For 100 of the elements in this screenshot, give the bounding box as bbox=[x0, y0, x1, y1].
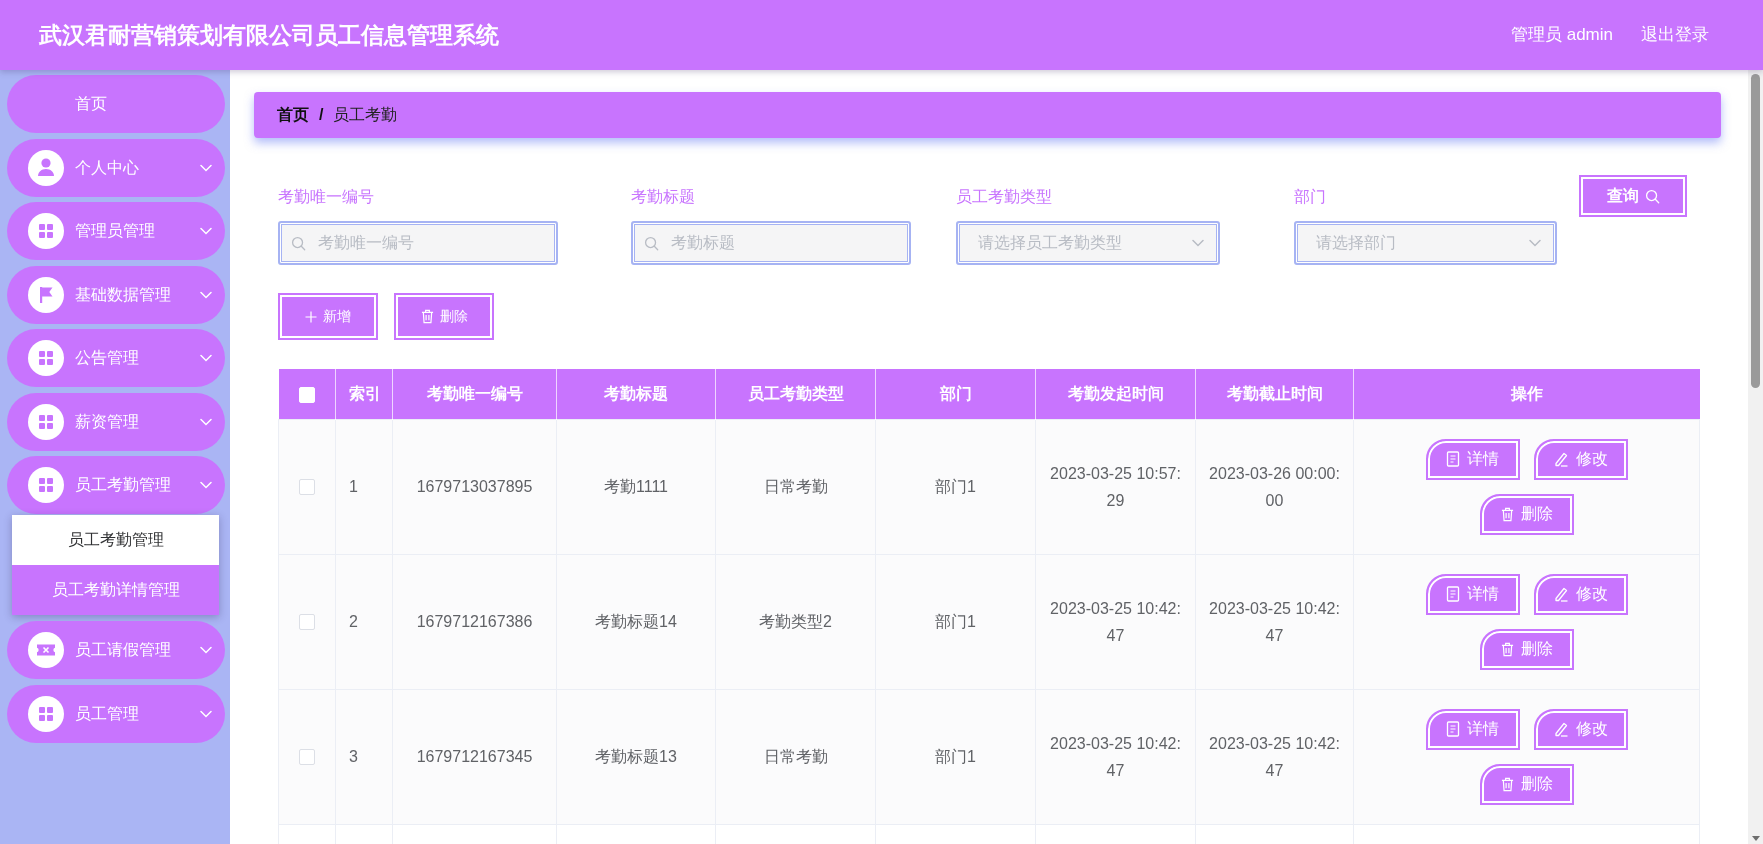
pencil-icon bbox=[1553, 721, 1569, 737]
filter-label: 考勤标题 bbox=[631, 187, 696, 207]
pencil-icon bbox=[1553, 451, 1569, 467]
search-icon bbox=[291, 235, 306, 251]
filter-label: 考勤唯一编号 bbox=[278, 187, 375, 207]
chevron-down-icon bbox=[200, 227, 212, 235]
table-cell: 2023-03-25 10:42:47 bbox=[1035, 554, 1196, 689]
grid-icon bbox=[28, 467, 64, 503]
search-field[interactable]: 考勤标题 bbox=[631, 221, 911, 265]
document-icon bbox=[1446, 586, 1460, 602]
table-cell: 3 bbox=[335, 689, 393, 824]
breadcrumb-separator: / bbox=[319, 105, 324, 125]
trash-icon bbox=[420, 309, 434, 324]
trash-icon bbox=[1500, 641, 1514, 657]
table-cell: 考勤标题14 bbox=[556, 554, 716, 689]
submenu-item[interactable]: 员工考勤管理 bbox=[12, 515, 219, 565]
filter-label: 员工考勤类型 bbox=[956, 187, 1053, 207]
user-label: 管理员 admin bbox=[1510, 24, 1613, 47]
trash-icon bbox=[1500, 776, 1514, 792]
grid-icon bbox=[28, 340, 64, 376]
trash-icon bbox=[1500, 506, 1514, 522]
table-cell: 1 bbox=[335, 419, 393, 554]
chevron-down-icon bbox=[200, 646, 212, 654]
sidebar-menu-item[interactable]: 个人中心 bbox=[7, 138, 225, 197]
sidebar-menu-item[interactable]: 薪资管理 bbox=[7, 392, 225, 451]
table-cell: 部门1 bbox=[875, 554, 1036, 689]
grid-icon bbox=[28, 695, 64, 732]
scrollbar[interactable] bbox=[1748, 70, 1763, 844]
detail-button[interactable]: 详情 bbox=[1425, 708, 1520, 750]
table-cell: 1679712167345 bbox=[392, 689, 557, 824]
table-cell: 日常考勤 bbox=[715, 689, 876, 824]
flag-icon bbox=[28, 276, 64, 313]
submenu-item[interactable]: 员工考勤详情管理 bbox=[12, 565, 219, 615]
breadcrumb-link[interactable]: 首页 bbox=[277, 103, 309, 127]
delete-button[interactable]: 删除 bbox=[394, 293, 494, 340]
sidebar-menu-item[interactable]: 员工请假管理 bbox=[7, 621, 225, 679]
sidebar-menu-item[interactable]: 公告管理 bbox=[7, 329, 225, 387]
table-cell: 2 bbox=[335, 554, 393, 689]
ticket-icon bbox=[28, 632, 64, 668]
table-cell: 2023-03-25 10:42:47 bbox=[1195, 689, 1354, 824]
column-header: 索引 bbox=[335, 369, 393, 419]
table-cell: 考勤类型2 bbox=[715, 554, 876, 689]
select-all-checkbox[interactable] bbox=[298, 386, 315, 403]
sidebar-menu-item[interactable]: 基础数据管理 bbox=[7, 265, 225, 324]
edit-button[interactable]: 修改 bbox=[1533, 708, 1628, 750]
column-header: 考勤唯一编号 bbox=[392, 369, 557, 419]
chevron-down-icon bbox=[200, 481, 212, 489]
detail-button[interactable]: 详情 bbox=[1425, 438, 1520, 480]
table-cell: 考勤1111 bbox=[556, 419, 716, 554]
row-checkbox[interactable] bbox=[299, 479, 315, 496]
chevron-down-icon bbox=[200, 354, 212, 362]
chevron-down-icon bbox=[200, 709, 212, 718]
breadcrumb-current: 员工考勤 bbox=[333, 105, 398, 125]
chevron-down-icon bbox=[200, 163, 212, 172]
chevron-down-icon bbox=[200, 417, 212, 426]
column-header: 部门 bbox=[875, 369, 1036, 419]
select-field[interactable]: 请选择员工考勤类型 bbox=[956, 221, 1220, 265]
column-header: 考勤截止时间 bbox=[1195, 369, 1354, 419]
delete-button[interactable]: 删除 bbox=[1479, 628, 1574, 670]
search-icon bbox=[1644, 188, 1660, 204]
table-cell: 2023-03-26 00:00:00 bbox=[1195, 419, 1354, 554]
table-cell: 2023-03-25 10:42:47 bbox=[1195, 554, 1354, 689]
sidebar-menu-item[interactable]: 员工考勤管理 bbox=[7, 456, 225, 514]
column-header: 考勤发起时间 bbox=[1035, 369, 1196, 419]
chevron-down-icon bbox=[200, 290, 212, 299]
pencil-icon bbox=[1553, 586, 1569, 602]
plus-icon bbox=[305, 310, 317, 323]
scrollbar-thumb[interactable] bbox=[1751, 74, 1760, 388]
chevron-down-icon bbox=[1529, 239, 1541, 247]
column-header: 员工考勤类型 bbox=[715, 369, 876, 419]
table-cell: 2023-03-25 10:42:47 bbox=[1035, 689, 1196, 824]
sidebar-menu-item[interactable]: 首页 bbox=[7, 75, 225, 133]
table-cell: 部门1 bbox=[875, 689, 1036, 824]
search-icon bbox=[644, 235, 659, 251]
search-button[interactable]: 查询 bbox=[1579, 175, 1687, 217]
edit-button[interactable]: 修改 bbox=[1533, 438, 1628, 480]
detail-button[interactable]: 详情 bbox=[1425, 573, 1520, 615]
person-icon bbox=[28, 149, 64, 186]
table-cell: 1679712167386 bbox=[392, 554, 557, 689]
delete-button[interactable]: 删除 bbox=[1479, 493, 1574, 535]
filter-label: 部门 bbox=[1294, 187, 1327, 207]
table-cell: 日常考勤 bbox=[715, 419, 876, 554]
grid-icon bbox=[28, 403, 64, 440]
scroll-down-icon bbox=[1751, 836, 1760, 841]
grid-icon bbox=[28, 213, 64, 249]
sidebar-menu-item[interactable]: 员工管理 bbox=[7, 684, 225, 743]
table-cell: 1679713037895 bbox=[392, 419, 557, 554]
row-checkbox[interactable] bbox=[299, 614, 315, 631]
table-cell: 考勤标题13 bbox=[556, 689, 716, 824]
add-button[interactable]: 新增 bbox=[278, 293, 378, 340]
logout-link[interactable]: 退出登录 bbox=[1641, 22, 1709, 48]
delete-button[interactable]: 删除 bbox=[1479, 763, 1574, 805]
table-cell: 部门1 bbox=[875, 419, 1036, 554]
chevron-down-icon bbox=[1192, 239, 1204, 247]
app-title: 武汉君耐营销策划有限公司员工信息管理系统 bbox=[39, 20, 499, 50]
row-checkbox[interactable] bbox=[299, 749, 315, 766]
sidebar-menu-item[interactable]: 管理员管理 bbox=[7, 202, 225, 260]
edit-button[interactable]: 修改 bbox=[1533, 573, 1628, 615]
select-field[interactable]: 请选择部门 bbox=[1294, 221, 1557, 265]
column-header: 考勤标题 bbox=[556, 369, 716, 419]
